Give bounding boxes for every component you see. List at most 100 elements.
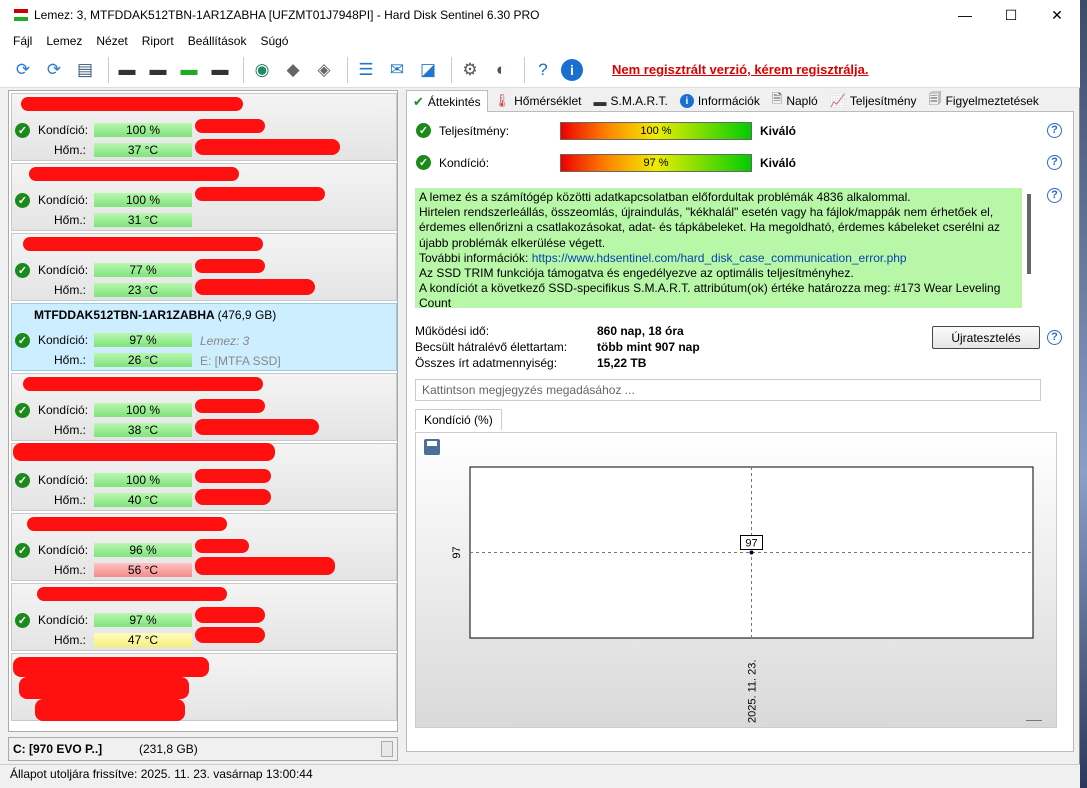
temperature-bar: 38 °C — [94, 423, 192, 437]
network-disk-icon[interactable]: ◉ — [249, 57, 275, 83]
disk-name: MTFDDAK512TBN-1AR1ZABHA (476,9 GB) — [34, 308, 276, 322]
usb-disk-icon[interactable]: ◈ — [311, 57, 337, 83]
note-input[interactable]: Kattintson megjegyzés megadásához ... — [415, 379, 1041, 401]
tab-alerts[interactable]: 🗐 Figyelmeztetések — [923, 90, 1045, 112]
ok-check-icon: ✓ — [15, 543, 30, 558]
more-info-link[interactable]: https://www.hdsentinel.com/hard_disk_cas… — [532, 251, 907, 265]
info-icon[interactable]: i — [561, 58, 583, 81]
refresh-warning-icon[interactable]: ⟳ — [41, 57, 67, 83]
temperature-bar: 26 °C — [94, 353, 192, 367]
redaction — [13, 657, 209, 677]
drive-usage-bar — [381, 741, 393, 757]
tab-label: Napló — [786, 94, 818, 108]
disk-schedule-icon[interactable]: ▬ — [145, 57, 171, 83]
sound-icon[interactable]: ◐ — [488, 57, 514, 83]
system-drive: C: [970 EVO P..] — [13, 742, 103, 756]
disk-list-icon[interactable]: ▤ — [72, 57, 98, 83]
web-report-icon[interactable]: ◪ — [415, 57, 441, 83]
redaction — [195, 539, 249, 553]
ok-check-icon: ✓ — [15, 403, 30, 418]
tab-information[interactable]: i Információk — [674, 90, 766, 112]
gear-icon[interactable]: ⚙ — [457, 57, 483, 83]
condition-label: Kondíció: — [439, 156, 490, 170]
x-tick-label: 2025. 11. 23. — [747, 660, 759, 723]
message-scrollbar[interactable] — [1027, 194, 1031, 274]
uptime-label: Működési idő: — [415, 324, 490, 338]
tab-log[interactable]: 🗎 Napló — [766, 90, 824, 112]
help-icon[interactable]: ? — [1047, 330, 1062, 345]
tab-smart[interactable]: ▬ S.M.A.R.T. — [587, 90, 673, 112]
toolbar: ⟳ ⟳ ▤ ▬ ▬ ▬ ▬ ◉ ◆ ◈ ☰ ✉ ◪ ⚙ ◐ ? i Nem re… — [0, 52, 1080, 88]
redaction — [13, 443, 275, 461]
tab-performance[interactable]: 📈 Teljesítmény — [824, 90, 923, 112]
disk-search-icon[interactable]: ▬ — [207, 57, 233, 83]
redaction — [19, 677, 189, 699]
help-icon[interactable]: ? — [1047, 155, 1062, 170]
menu-view[interactable]: Nézet — [96, 34, 127, 48]
menu-disk[interactable]: Lemez — [46, 34, 82, 48]
minimize-button[interactable]: — — [942, 0, 988, 30]
help-icon[interactable]: ? — [1047, 188, 1062, 203]
refresh-icon[interactable]: ⟳ — [10, 57, 36, 83]
condition-label: Kondíció: — [38, 123, 89, 137]
performance-meter: 100 % — [560, 122, 752, 140]
redaction — [195, 469, 271, 483]
disk-test-icon[interactable]: ▬ — [114, 57, 140, 83]
app-window: Lemez: 3, MTFDDAK512TBN-1AR1ZABHA [UFZMT… — [0, 0, 1080, 788]
email-icon[interactable]: ✉ — [384, 57, 410, 83]
redaction — [195, 627, 265, 643]
ok-check-icon: ✓ — [15, 613, 30, 628]
ok-check-icon: ✓ — [15, 473, 30, 488]
menu-file[interactable]: Fájl — [13, 34, 32, 48]
title-bar[interactable]: Lemez: 3, MTFDDAK512TBN-1AR1ZABHA [UFZMT… — [0, 0, 1080, 30]
condition-bar: 100 % — [94, 473, 192, 487]
ok-check-icon: ✔ — [413, 93, 424, 109]
tab-temperature[interactable]: 🌡 Hőmérséklet — [488, 90, 588, 112]
temperature-label: Hőm.: — [54, 283, 87, 297]
chart-tab-condition[interactable]: Kondíció (%) — [415, 409, 502, 430]
menu-bar: Fájl Lemez Nézet Riport Beállítások Súgó — [0, 30, 1080, 52]
temperature-label: Hőm.: — [54, 633, 87, 647]
written-label: Összes írt adatmennyiség: — [415, 356, 558, 370]
condition-label: Kondíció: — [38, 333, 89, 347]
info-icon: i — [679, 94, 694, 108]
retest-button[interactable]: Újratesztelés — [932, 326, 1040, 349]
menu-report[interactable]: Riport — [142, 34, 174, 48]
desktop-background — [1080, 0, 1087, 788]
unregistered-link[interactable]: Nem regisztrált verzió, kérem regisztrál… — [612, 62, 869, 77]
close-button[interactable]: ✕ — [1034, 0, 1080, 30]
system-drive-size: (231,8 GB) — [139, 742, 198, 756]
condition-bar: 77 % — [94, 263, 192, 277]
help-icon[interactable]: ? — [530, 57, 556, 83]
more-info-label: További információk: — [419, 250, 532, 265]
disk-card-selected[interactable]: MTFDDAK512TBN-1AR1ZABHA (476,9 GB) ✓ Kon… — [11, 303, 397, 371]
menu-settings[interactable]: Beállítások — [188, 34, 247, 48]
app-icon — [14, 9, 28, 21]
menu-help[interactable]: Súgó — [260, 34, 288, 48]
ok-check-icon: ✓ — [416, 155, 431, 170]
chart-icon: 📈 — [829, 93, 846, 108]
window-title: Lemez: 3, MTFDDAK512TBN-1AR1ZABHA [UFZMT… — [34, 8, 540, 22]
condition-label: Kondíció: — [38, 543, 89, 557]
condition-bar: 97 % — [94, 613, 192, 627]
disk-ok-icon[interactable]: ▬ — [176, 57, 202, 83]
report-icon[interactable]: ☰ — [353, 57, 379, 83]
ok-check-icon: ✓ — [15, 333, 30, 348]
condition-chart: 97 97 2025. 11. 23. — [415, 432, 1057, 728]
disk-number: Lemez: 3 — [200, 334, 250, 348]
point-label: 97 — [745, 538, 757, 550]
condition-meter: 97 % — [560, 154, 752, 172]
tab-overview[interactable]: ✔ Áttekintés — [406, 90, 488, 112]
help-icon[interactable]: ? — [1047, 123, 1062, 138]
toolbar-separator — [451, 56, 452, 83]
condition-label: Kondíció: — [38, 613, 89, 627]
external-disk-icon[interactable]: ◆ — [280, 57, 306, 83]
temperature-bar: 23 °C — [94, 283, 192, 297]
maximize-button[interactable]: ☐ — [988, 0, 1034, 30]
redaction — [21, 97, 243, 111]
alerts-icon: 🗐 — [928, 91, 942, 106]
more-info-line: További információk: https://www.hdsenti… — [419, 251, 1018, 266]
condition-bar: 97 % — [94, 333, 192, 347]
condition-bar: 100 % — [94, 123, 192, 137]
ok-check-icon: ✓ — [416, 123, 431, 138]
